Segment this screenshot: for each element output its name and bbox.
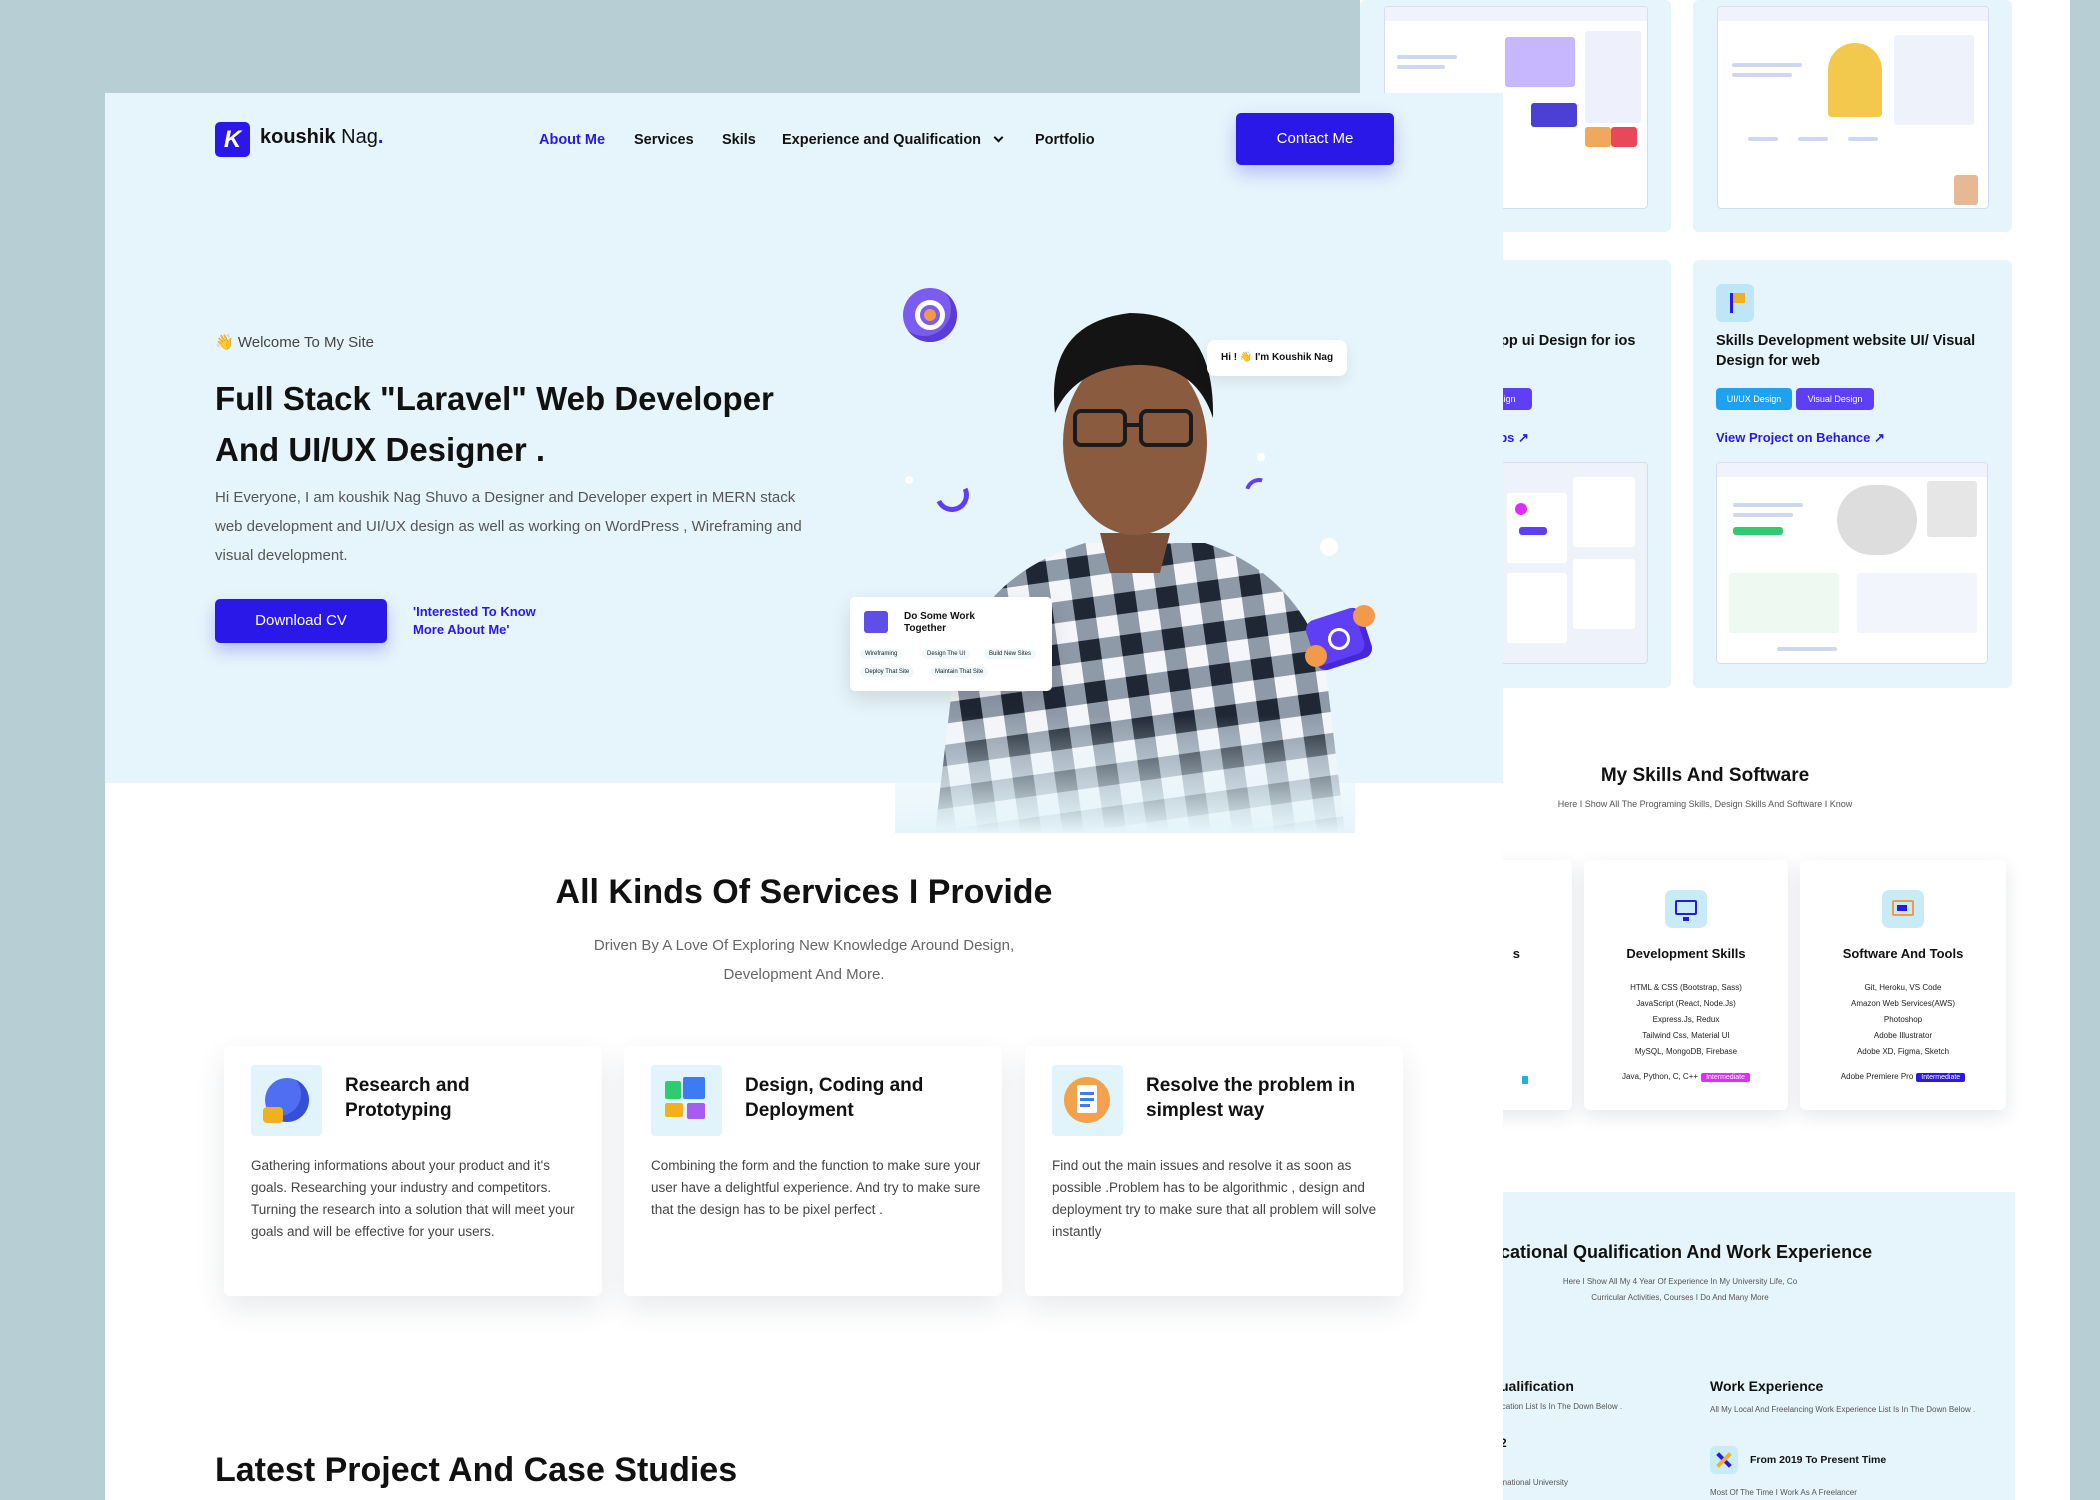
arrow-up-right-icon: ↗ — [1874, 430, 1885, 445]
software-tools-intermediate: Adobe Premiere Pro Intermediate — [1800, 1072, 2006, 1082]
intermediate-badge: Intermediate — [1916, 1073, 1966, 1082]
view-on-behance-link[interactable]: View Project on Behance ↗ — [1716, 430, 1885, 446]
qualification-university: rnational University — [1500, 1478, 1569, 1487]
project-title: app ui Design for ios — [1492, 333, 1636, 349]
logo-icon[interactable]: K — [215, 122, 250, 157]
nav-portfolio[interactable]: Portfolio — [1035, 132, 1095, 148]
work-together-card: Do Some Work Together Wireframing Design… — [850, 597, 1052, 691]
services-subtitle: Driven By A Love Of Exploring New Knowle… — [593, 937, 1015, 983]
project-title: Skills Development website UI/ Visual De… — [1716, 333, 1976, 369]
work-chip: Deploy That Site — [860, 667, 915, 677]
education-title: cational Qualification And Work Experien… — [1500, 1242, 1873, 1262]
service-card-design: Design, Coding and Deployment Combining … — [624, 1046, 1002, 1296]
project-tag: UI/UX Design — [1716, 388, 1792, 410]
work-experience-item: From 2019 To Present Time — [1750, 1454, 1887, 1466]
education-section: cational Qualification And Work Experien… — [1500, 1192, 2015, 1500]
portfolio-page: K koushik Nag. About Me Services Skils E… — [105, 93, 1503, 1500]
skills-card-title: s — [1512, 946, 1520, 961]
backdrop — [0, 0, 1300, 93]
nav-experience-qualification[interactable]: Experience and Qualification — [782, 132, 1004, 148]
browser-icon — [864, 611, 888, 633]
hero-title: Full Stack "Laravel" Web Developer And U… — [215, 380, 774, 468]
intermediate-badge: Intermediate — [1701, 1073, 1750, 1082]
coin-icon — [1353, 605, 1375, 627]
project-mockup — [1717, 6, 1989, 209]
nav-about-me[interactable]: About Me — [539, 132, 605, 148]
service-description: Gathering informations about your produc… — [251, 1158, 575, 1239]
development-skills-card: Development Skills HTML & CSS (Bootstrap… — [1584, 860, 1788, 1110]
nav-services[interactable]: Services — [634, 132, 694, 148]
coin-icon — [1305, 645, 1327, 667]
arrow-up-right-icon: ↗ — [1518, 430, 1529, 445]
flag-icon — [1716, 284, 1754, 322]
interested-link[interactable]: 'Interested To Know More About Me' — [413, 603, 563, 639]
tools-cross-icon — [1710, 1446, 1738, 1474]
work-chip: Wireframing — [860, 649, 903, 659]
skills-subtitle: Here I Show All The Programing Skills, D… — [1557, 799, 1853, 809]
project-tag: Visual Design — [1796, 388, 1874, 410]
education-subtitle: Here I Show All My 4 Year Of Experience … — [1562, 1277, 1798, 1302]
services-title: All Kinds Of Services I Provide — [555, 873, 1053, 911]
software-tools-title: Software And Tools — [1842, 946, 1964, 961]
globe-icon — [251, 1065, 322, 1136]
qualification-subtitle: ication List Is In The Down Below . — [1500, 1402, 1623, 1411]
chevron-down-icon — [993, 132, 1004, 143]
clipboard-icon — [1052, 1065, 1123, 1136]
welcome-text: 👋 Welcome To My Site — [215, 334, 375, 351]
monitor-code-icon — [1665, 890, 1707, 928]
software-tools-list: Git, Heroku, VS Code Amazon Web Services… — [1850, 983, 1956, 1056]
work-experience-item-sub: Most Of The Time I Work As A Freelancer — [1710, 1488, 1857, 1497]
work-chip: Maintain That Site — [930, 667, 989, 677]
logo-text[interactable]: koushik Nag. — [260, 126, 383, 149]
work-chip: Design The UI — [922, 649, 971, 659]
hero-description: Hi Everyone, I am koushik Nag Shuvo a De… — [215, 489, 802, 564]
project-card-right: Skills Development website UI/ Visual De… — [1693, 260, 2012, 688]
qualification-title: ualification — [1500, 1378, 1574, 1394]
development-skills-intermediate: Java, Python, C, C++ Intermediate — [1584, 1072, 1788, 1082]
software-tools-card: Software And Tools Git, Heroku, VS Code … — [1800, 860, 2006, 1110]
latest-projects-title: Latest Project And Case Studies — [215, 1451, 738, 1489]
service-description: Combining the form and the function to m… — [651, 1158, 981, 1217]
project-mockup — [1716, 462, 1988, 664]
profile-photo — [895, 243, 1355, 833]
greeting-bubble: Hi ! 👋 I'm Koushik Nag — [1207, 340, 1347, 376]
download-cv-button[interactable]: Download CV — [215, 599, 387, 643]
development-skills-title: Development Skills — [1626, 946, 1746, 961]
tools-icon — [1882, 890, 1924, 928]
hero-section: K koushik Nag. About Me Services Skils E… — [105, 93, 1503, 833]
service-description: Find out the main issues and resolve it … — [1052, 1158, 1377, 1239]
service-card-research: Research and Prototyping Gathering infor… — [224, 1046, 602, 1296]
development-skills-list: HTML & CSS (Bootstrap, Sass) JavaScript … — [1630, 983, 1742, 1056]
service-card-resolve: Resolve the problem in simplest way Find… — [1025, 1046, 1403, 1296]
work-experience-subtitle: All My Local And Freelancing Work Experi… — [1710, 1405, 1976, 1414]
service-title: Research and Prototyping — [345, 1075, 470, 1121]
contact-me-button[interactable]: Contact Me — [1236, 113, 1394, 165]
service-title: Design, Coding and Deployment — [745, 1075, 924, 1121]
service-title: Resolve the problem in simplest way — [1146, 1075, 1356, 1121]
nav-skils[interactable]: Skils — [722, 132, 756, 148]
skills-title: My Skills And Software — [1600, 765, 1810, 786]
work-chip: Build New Sites — [984, 649, 1037, 659]
design-board-icon — [651, 1065, 722, 1136]
work-experience-title: Work Experience — [1710, 1378, 1824, 1394]
project-card-top-right — [1693, 0, 2012, 232]
project-mockup — [1492, 462, 1648, 664]
work-together-title: Do Some Work Together — [904, 611, 975, 634]
